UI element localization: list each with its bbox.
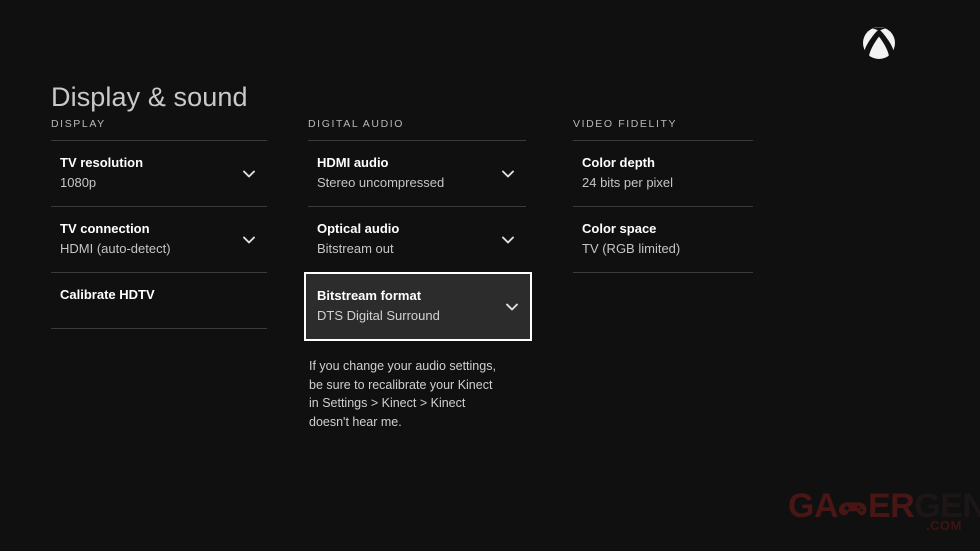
divider — [573, 272, 753, 273]
chevron-down-icon[interactable] — [241, 166, 257, 182]
row-title: Calibrate HDTV — [60, 286, 267, 304]
gamepad-icon — [838, 491, 868, 511]
watermark-part-one: GA — [788, 487, 838, 525]
row-value: HDMI (auto-detect) — [60, 239, 267, 258]
divider — [51, 328, 267, 329]
setting-row-color-depth[interactable]: Color depth 24 bits per pixel — [573, 141, 753, 206]
setting-row-calibrate-hdtv[interactable]: Calibrate HDTV — [51, 273, 267, 328]
chevron-down-icon[interactable] — [241, 232, 257, 248]
watermark-domain-suffix: .COM — [926, 519, 962, 533]
row-value: 24 bits per pixel — [582, 173, 753, 192]
column-display: DISPLAY TV resolution 1080p TV connectio… — [51, 118, 267, 329]
setting-row-bitstream-format[interactable]: Bitstream format DTS Digital Surround — [304, 272, 532, 341]
chevron-down-icon[interactable] — [500, 166, 516, 182]
row-value: DTS Digital Surround — [317, 306, 530, 325]
row-value: Stereo uncompressed — [317, 173, 526, 192]
watermark-wordmark: GA ERGEN — [788, 489, 980, 523]
setting-row-optical-audio[interactable]: Optical audio Bitstream out — [308, 207, 526, 272]
row-title: HDMI audio — [317, 154, 526, 172]
row-title: Color space — [582, 220, 753, 238]
watermark-part-three: GEN — [914, 487, 980, 525]
setting-row-tv-resolution[interactable]: TV resolution 1080p — [51, 141, 267, 206]
row-title: TV connection — [60, 220, 267, 238]
section-label-display: DISPLAY — [51, 118, 267, 131]
setting-row-tv-connection[interactable]: TV connection HDMI (auto-detect) — [51, 207, 267, 272]
xbox-logo-icon — [862, 26, 896, 60]
gamergen-watermark: GAERGEN .COM — [788, 489, 964, 535]
section-label-digital-audio: DIGITAL AUDIO — [308, 118, 526, 131]
chevron-down-icon[interactable] — [504, 299, 520, 315]
section-label-video-fidelity: VIDEO FIDELITY — [573, 118, 753, 131]
column-video-fidelity: VIDEO FIDELITY Color depth 24 bits per p… — [573, 118, 753, 273]
column-digital-audio: DIGITAL AUDIO HDMI audio Stereo uncompre… — [308, 118, 526, 431]
row-title: Color depth — [582, 154, 753, 172]
row-title: Bitstream format — [317, 287, 530, 305]
chevron-down-icon[interactable] — [500, 232, 516, 248]
row-title: TV resolution — [60, 154, 267, 172]
row-title: Optical audio — [317, 220, 526, 238]
page-title: Display & sound — [51, 80, 248, 114]
row-value: 1080p — [60, 173, 267, 192]
kinect-recalibration-help-text: If you change your audio settings, be su… — [309, 357, 505, 431]
setting-row-color-space[interactable]: Color space TV (RGB limited) — [573, 207, 753, 272]
row-value: TV (RGB limited) — [582, 239, 753, 258]
row-value: Bitstream out — [317, 239, 526, 258]
setting-row-hdmi-audio[interactable]: HDMI audio Stereo uncompressed — [308, 141, 526, 206]
watermark-part-two: ER — [868, 487, 914, 525]
